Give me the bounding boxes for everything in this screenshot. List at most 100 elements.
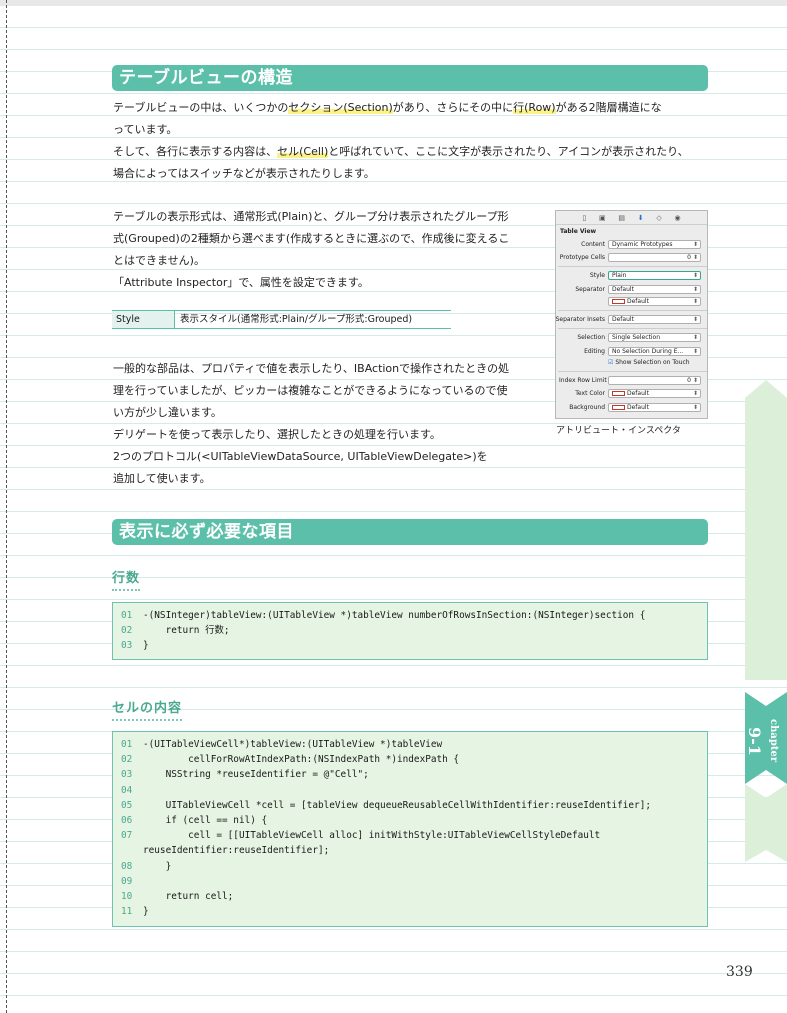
code-line: 09: [113, 874, 707, 889]
line-number: 11: [121, 906, 133, 918]
code-text: cell = [[UITableViewCell alloc] initWith…: [143, 830, 601, 842]
line-number: 10: [121, 890, 133, 902]
stepper-arrow-icon: ⬍: [692, 254, 698, 261]
selection-select[interactable]: Single Selection ⬍: [608, 333, 701, 342]
size-icon[interactable]: ◇: [656, 214, 661, 222]
attributes-icon[interactable]: ⬇: [638, 214, 644, 222]
line-number: 05: [121, 799, 133, 811]
stepper-arrow-icon: ⬍: [692, 298, 698, 305]
code-line: 11}: [113, 904, 707, 919]
code-text: return cell;: [143, 890, 234, 902]
section-heading-table-structure: テーブルビューの構造: [112, 65, 708, 91]
line-number: 03: [121, 640, 133, 652]
attribute-key: Style: [112, 311, 175, 328]
binding-dashed-line: [6, 0, 7, 1013]
connections-icon[interactable]: ◉: [675, 214, 681, 222]
row-style: Style Plain ⬍: [556, 271, 709, 281]
separator-color-select[interactable]: Default ⬍: [608, 297, 701, 306]
paragraph-line: テーブルビューの中は、いくつかのセクション(Section)があり、さらにその中…: [113, 97, 689, 119]
divider: [558, 266, 707, 267]
paragraph-line: 一般的な部品は、プロパティで値を表示したり、IBActionで操作されたときの処: [113, 362, 510, 375]
stepper-arrow-icon: ⬍: [692, 286, 698, 293]
chapter-number: 9-1: [745, 726, 764, 756]
section-heading-required-items: 表示に必ず必要な項目: [112, 519, 708, 545]
help-icon[interactable]: ▣: [599, 214, 606, 222]
color-swatch-icon: [612, 405, 625, 410]
code-text: NSString *reuseIdentifier = @"Cell";: [143, 769, 369, 781]
paragraph-line: デリゲートを使って表示したり、選択したときの処理を行います。: [113, 428, 441, 441]
top-strip: [0, 0, 787, 6]
code-line: 02 return 行数;: [113, 623, 707, 638]
paragraph-line: っています。: [113, 123, 178, 136]
row-text-color: Text Color Default ⬍: [556, 389, 709, 399]
stepper-arrow-icon: ⬍: [692, 316, 698, 323]
divider: [558, 328, 707, 329]
field-label: Text Color: [575, 390, 605, 397]
chapter-label: chapter 9-1: [745, 713, 783, 769]
row-prototype-cells: Prototype Cells 0 ⬍: [556, 253, 709, 263]
code-line: reuseIdentifier:reuseIdentifier];: [113, 843, 707, 858]
separator-select[interactable]: Default ⬍: [608, 285, 701, 294]
text-run: そして、各行に表示する内容は、: [113, 145, 278, 158]
highlight-cell: セル(Cell): [277, 145, 329, 158]
show-selection-checkbox[interactable]: ☑ Show Selection on Touch: [608, 359, 690, 366]
line-number: 02: [121, 754, 133, 766]
field-label: Separator Insets: [555, 316, 605, 323]
text-color-select[interactable]: Default ⬍: [608, 389, 701, 398]
attribute-inspector-panel: ▯ ▣ ▤ ⬇ ◇ ◉ Table View Content Dynamic P…: [555, 210, 708, 419]
page-number: 339: [726, 964, 753, 980]
line-number: 01: [121, 739, 133, 750]
paragraph-line: い方が少し違います。: [113, 406, 222, 419]
code-line: 06 if (cell == nil) {: [113, 813, 707, 828]
code-text: reuseIdentifier:reuseIdentifier];: [143, 845, 330, 857]
row-content: Content Dynamic Prototypes ⬍: [556, 240, 709, 250]
stepper-arrow-icon: ⬍: [692, 404, 698, 411]
row-selection: Selection Single Selection ⬍: [556, 333, 709, 343]
paragraph-structure: テーブルビューの中は、いくつかのセクション(Section)があり、さらにその中…: [113, 97, 689, 185]
paragraph-line: 理を行っていましたが、ピッカーは複雑なことができるようになっているので使: [113, 384, 508, 397]
index-row-limit-input[interactable]: 0 ⬍: [608, 376, 701, 385]
paragraph-line: 2つのプロトコル(<UITableViewDataSource, UITable…: [113, 450, 488, 463]
code-line: 04: [113, 783, 707, 798]
code-text: return 行数;: [143, 625, 230, 637]
divider: [558, 310, 707, 311]
row-separator: Separator Default ⬍: [556, 285, 709, 295]
prototype-cells-input[interactable]: 0 ⬍: [608, 253, 701, 262]
field-label: Content: [581, 241, 605, 248]
figure-caption: アトリビュート・インスペクタ: [556, 426, 681, 436]
row-background: Background Default ⬍: [556, 403, 709, 413]
code-text: }: [143, 906, 149, 918]
code-text: -(NSInteger)tableView:(UITableView *)tab…: [143, 610, 646, 621]
code-text: cellForRowAtIndexPath:(NSIndexPath *)ind…: [143, 754, 460, 766]
background-select[interactable]: Default ⬍: [608, 403, 701, 412]
content-select[interactable]: Dynamic Prototypes ⬍: [608, 240, 701, 249]
code-text: -(UITableViewCell*)tableView:(UITableVie…: [143, 739, 443, 750]
style-select[interactable]: Plain ⬍: [608, 271, 701, 280]
paragraph-line: そして、各行に表示する内容は、セル(Cell)と呼ばれていて、ここに文字が表示さ…: [113, 141, 689, 163]
field-label: Style: [589, 272, 605, 279]
code-line: 10 return cell;: [113, 889, 707, 904]
select-value: Dynamic Prototypes: [612, 241, 673, 248]
code-line: 05 UITableViewCell *cell = [tableView de…: [113, 798, 707, 813]
code-line: 08 }: [113, 859, 707, 874]
select-value: Default: [612, 286, 634, 293]
separator-insets-select[interactable]: Default ⬍: [608, 315, 701, 324]
code-line: 01 -(NSInteger)tableView:(UITableView *)t…: [113, 608, 707, 623]
select-value: Plain: [612, 272, 627, 279]
line-number: 01: [121, 610, 133, 621]
code-line: 07 cell = [[UITableViewCell alloc] initW…: [113, 828, 707, 843]
editing-select[interactable]: No Selection During E... ⬍: [608, 347, 701, 356]
select-value: Single Selection: [612, 334, 661, 341]
row-show-selection: ☑ Show Selection on Touch: [556, 359, 709, 369]
paragraph-line: 式(Grouped)の2種類から選べます(作成するときに選ぶので、作成後に変える…: [113, 232, 510, 245]
line-number: 09: [121, 875, 133, 887]
identity-icon[interactable]: ▤: [618, 214, 625, 222]
field-label: Index Row Limit: [559, 377, 607, 384]
select-value: Default: [627, 298, 649, 305]
inspector-title: Table View: [560, 228, 597, 235]
file-icon[interactable]: ▯: [582, 214, 586, 222]
color-swatch-icon: [612, 299, 625, 304]
stepper-arrow-icon: ⬍: [692, 348, 698, 355]
code-line: 02 cellForRowAtIndexPath:(NSIndexPath *)…: [113, 752, 707, 767]
select-value: Default: [627, 390, 649, 397]
